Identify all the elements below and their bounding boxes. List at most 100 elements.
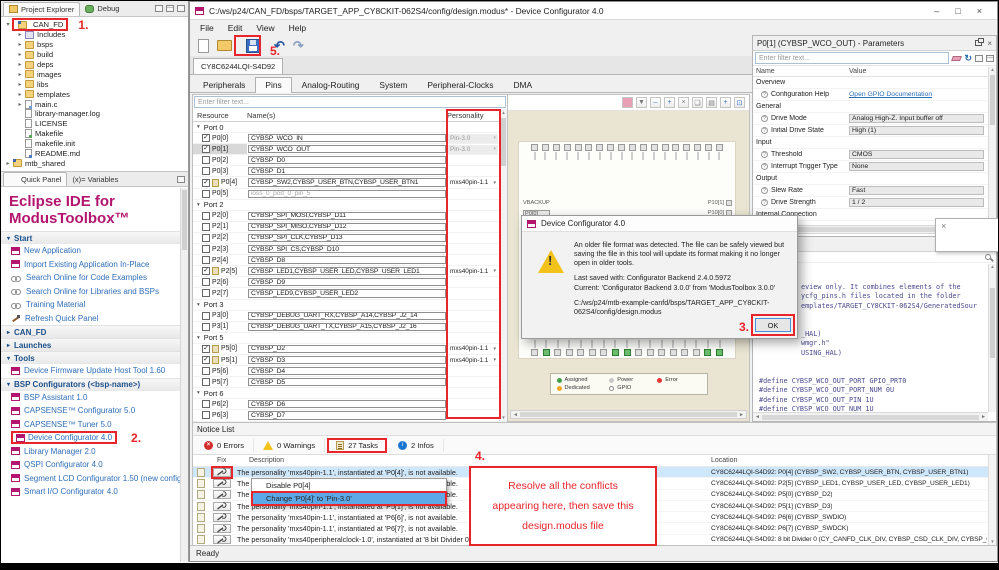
pin-name-input[interactable]: CYBSP_D9 — [248, 278, 446, 287]
param-row[interactable]: ? Drive Mode Analog High-Z. Input buffer o… — [753, 113, 996, 125]
pin-name-input[interactable]: CYBSP_DEBUG_UART_RX,CYBSP_A14,CYBSP_J2_1… — [248, 311, 446, 320]
param-row[interactable]: ? Configuration Help Open GPIO Documentati… — [753, 89, 996, 101]
package-pin[interactable] — [658, 349, 666, 356]
package-pin[interactable] — [554, 349, 562, 356]
help-icon[interactable]: ? — [761, 199, 768, 206]
tree-item[interactable]: ▾ CAN_FD 1. — [1, 18, 188, 32]
paste-icon[interactable]: ▤ — [706, 97, 717, 108]
package-pin[interactable] — [585, 144, 593, 151]
help-icon[interactable]: ? — [761, 163, 768, 170]
package-pin[interactable] — [628, 144, 636, 151]
column-names[interactable]: Name(s) — [247, 111, 447, 120]
error-counter-button[interactable]: × 0 Errors — [195, 438, 255, 452]
new-file-icon[interactable] — [198, 38, 209, 53]
tree-item[interactable]: README.md — [1, 149, 188, 159]
tree-item[interactable]: ▸ libs — [1, 79, 188, 89]
expand-arrow-icon[interactable]: ▸ — [16, 41, 24, 48]
pin-name-input[interactable]: ioss_0_port_0_pin_5 — [248, 189, 446, 198]
dialog-titlebar[interactable]: Device Configurator 4.0 — [522, 216, 797, 232]
open-folder-icon[interactable] — [217, 40, 232, 51]
code-hscrollbar[interactable]: ◄ ► — [753, 412, 988, 421]
package-pin[interactable] — [672, 144, 680, 151]
minimize-button[interactable]: – — [934, 6, 939, 16]
pin-row[interactable]: ✓ P2[5] CYBSP_LED1,CYBSP_USER_LED,CYBSP_US… — [193, 266, 507, 278]
personality-dropdown[interactable]: mxs40pin-1.1 ▾ — [448, 345, 498, 352]
section-header-bsp-configurators-bsp-name-[interactable]: ▾ BSP Configurators (<bsp-name>) — [1, 377, 180, 391]
pin-name-input[interactable]: CYBSP_LED9,CYBSP_USER_LED2 — [248, 289, 446, 298]
tree-item[interactable]: library-manager.log — [1, 109, 188, 119]
pin-name-input[interactable]: CYBSP_D0 — [248, 156, 446, 165]
quick-panel-item[interactable]: Smart I/O Configurator 4.0 — [1, 485, 180, 499]
help-icon[interactable]: ? — [761, 187, 768, 194]
expand-arrow-icon[interactable]: ▸ — [16, 31, 24, 38]
help-icon[interactable]: ? — [761, 91, 768, 98]
copy-icon[interactable]: ❏ — [692, 97, 703, 108]
package-pin[interactable] — [531, 144, 538, 151]
window-titlebar[interactable]: C:/ws/p24/CAN_FD/bsps/TARGET_APP_CY8CKIT… — [190, 2, 997, 20]
filter-icon[interactable]: ▼ — [636, 97, 647, 108]
maximize-button[interactable]: □ — [955, 6, 960, 16]
quick-panel-item[interactable]: New Application — [1, 244, 180, 258]
tab--x-variables[interactable]: (x)= Variables — [67, 173, 123, 186]
pin-name-input[interactable]: CYBSP_D1 — [248, 167, 446, 176]
search-icon[interactable] — [985, 254, 991, 260]
tree-item[interactable]: ▸ mtb_shared — [1, 158, 188, 168]
column-value[interactable]: Value — [849, 68, 996, 75]
package-pin[interactable] — [650, 144, 658, 151]
expand-arrow-icon[interactable]: ▸ — [16, 71, 24, 78]
view-menu-icon[interactable] — [166, 5, 174, 12]
quick-panel-item[interactable]: Device Configurator 4.0 2. — [1, 431, 180, 445]
notice-scrollbar[interactable]: ▼ — [988, 455, 996, 545]
package-pin[interactable] — [618, 144, 625, 151]
pin-name-input[interactable]: CYBSP_SPI_MOSI,CYBSP_D11 — [248, 211, 446, 220]
pin-row[interactable]: ✓ P0[0] CYBSP_WCO_IN Pin-3.0 ▾ — [193, 133, 507, 145]
checkbox-icon[interactable] — [202, 167, 210, 176]
diagram-hscrollbar[interactable]: ◄ ► — [510, 410, 747, 419]
zoom-fit-icon[interactable]: ⊡ — [734, 97, 745, 108]
pin-row[interactable]: P2[2] CYBSP_SPI_CLK,CYBSP_D13 — [193, 233, 507, 245]
pin-row[interactable]: P2[3] CYBSP_SPI_CS,CYBSP_D10 — [193, 244, 507, 256]
column-location[interactable]: Location — [711, 457, 737, 464]
package-pin[interactable] — [611, 349, 619, 356]
param-value-box[interactable]: None — [849, 162, 984, 171]
close-icon[interactable]: × — [941, 221, 946, 231]
quick-panel-item[interactable]: Search Online for Code Examples — [1, 271, 180, 285]
quick-panel-item[interactable]: CAPSENSE™ Tuner 5.0 — [1, 418, 180, 432]
pin-row[interactable]: P6[3] CYBSP_D7 — [193, 410, 507, 422]
expand-arrow-icon[interactable]: ▸ — [16, 51, 24, 58]
quick-panel-item[interactable]: Refresh Quick Panel — [1, 312, 180, 326]
pin-row[interactable]: P0[5] ioss_0_port_0_pin_5 — [193, 189, 507, 200]
tree-item[interactable]: LICENSE — [1, 119, 188, 129]
package-pin[interactable] — [596, 144, 604, 151]
help-icon[interactable]: ? — [761, 115, 768, 122]
pin-row[interactable]: P3[1] CYBSP_DEBUG_UART_TX,CYBSP_A15,CYBSP… — [193, 322, 507, 333]
tab-project-explorer[interactable]: Project Explorer — [3, 1, 81, 16]
device-tab[interactable]: CY8C6244LQI-S4D92 — [193, 58, 284, 74]
pin-name-input[interactable]: CYBSP_SW2,CYBSP_USER_BTN,CYBSP_USER_BTN1 — [248, 178, 446, 187]
collapse-icon[interactable]: – — [650, 97, 661, 108]
checkbox-icon[interactable] — [202, 322, 210, 331]
port-group-row[interactable]: ▾ Port 3 — [193, 300, 507, 311]
menu-view[interactable]: View — [249, 22, 281, 34]
pin-row[interactable]: P0[3] CYBSP_D1 — [193, 166, 507, 178]
pin-name-input[interactable]: CYBSP_SPI_CLK,CYBSP_D13 — [248, 233, 446, 243]
pin-name-input[interactable]: CYBSP_D3 — [248, 355, 446, 365]
quick-panel-item[interactable]: Import Existing Application In-Place — [1, 258, 180, 272]
eraser-icon[interactable] — [622, 97, 633, 108]
column-resource[interactable]: Resource — [193, 111, 247, 120]
pin-row[interactable]: P6[2] CYBSP_D6 — [193, 399, 507, 411]
pin-name-input[interactable]: CYBSP_D7 — [248, 411, 446, 420]
help-icon[interactable]: ? — [761, 127, 768, 134]
info-counter-button[interactable]: i2 Infos — [389, 438, 444, 452]
float-panel-icon[interactable] — [975, 38, 985, 46]
personality-dropdown[interactable]: mxs40pin-1.1 ▾ — [448, 357, 498, 364]
refresh-icon[interactable]: ↻ — [964, 53, 972, 64]
collapse-arrow-icon[interactable]: ▾ — [197, 390, 200, 396]
pin-row[interactable]: P3[0] CYBSP_DEBUG_UART_RX,CYBSP_A14,CYBSP… — [193, 311, 507, 322]
minimize-view-icon[interactable] — [177, 175, 185, 183]
param-value-box[interactable]: High (1) — [849, 126, 984, 135]
tab-system[interactable]: System — [369, 77, 417, 92]
fix-wrench-button[interactable] — [213, 535, 231, 545]
section-header-start[interactable]: ▾ Start — [1, 231, 180, 244]
fix-wrench-button[interactable] — [213, 501, 231, 511]
